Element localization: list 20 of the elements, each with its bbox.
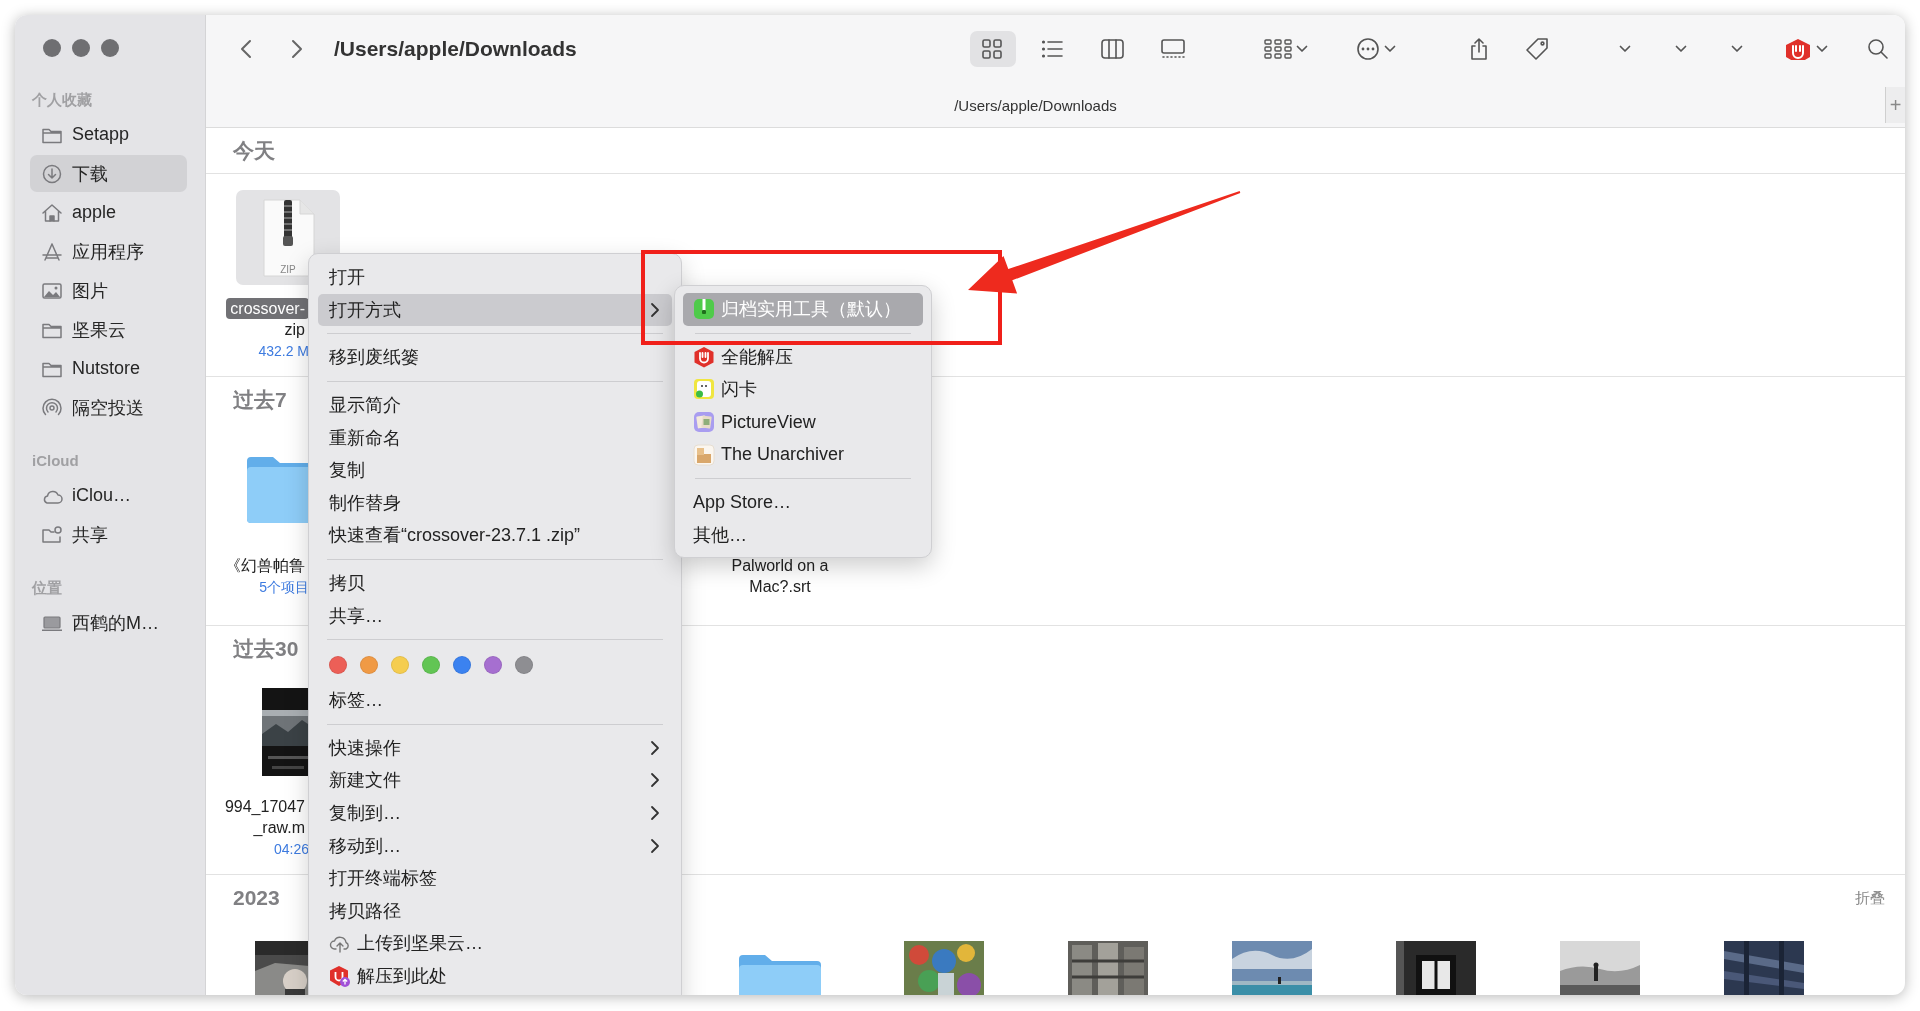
sidebar-heading: iCloud	[32, 451, 79, 471]
section-heading: 过去30	[233, 636, 299, 662]
sidebar-heading: 位置	[32, 578, 62, 598]
file-name: Mac?.srt	[748, 577, 812, 597]
file-name: _raw.m	[252, 818, 306, 838]
path-label: /Users/apple/Downloads	[954, 96, 1118, 114]
file-name: crossover-	[226, 298, 309, 319]
file-info: 5个项目	[259, 578, 309, 597]
section-heading: 2023	[233, 886, 280, 910]
section-heading: 今天	[233, 137, 275, 164]
file-name: 《幻兽帕鲁	[224, 556, 306, 576]
section-heading: 过去7	[233, 387, 287, 413]
file-info: 432.2 M	[258, 342, 309, 361]
file-name: Palworld on a	[730, 556, 830, 576]
file-name: 994_17047	[223, 797, 306, 817]
file-type-label: ZIP	[279, 264, 297, 275]
window-title: /Users/apple/Downloads	[334, 37, 577, 61]
file-info: 04:26	[273, 840, 309, 859]
sidebar-heading: 个人收藏	[32, 90, 92, 110]
file-name: zip	[283, 320, 306, 340]
